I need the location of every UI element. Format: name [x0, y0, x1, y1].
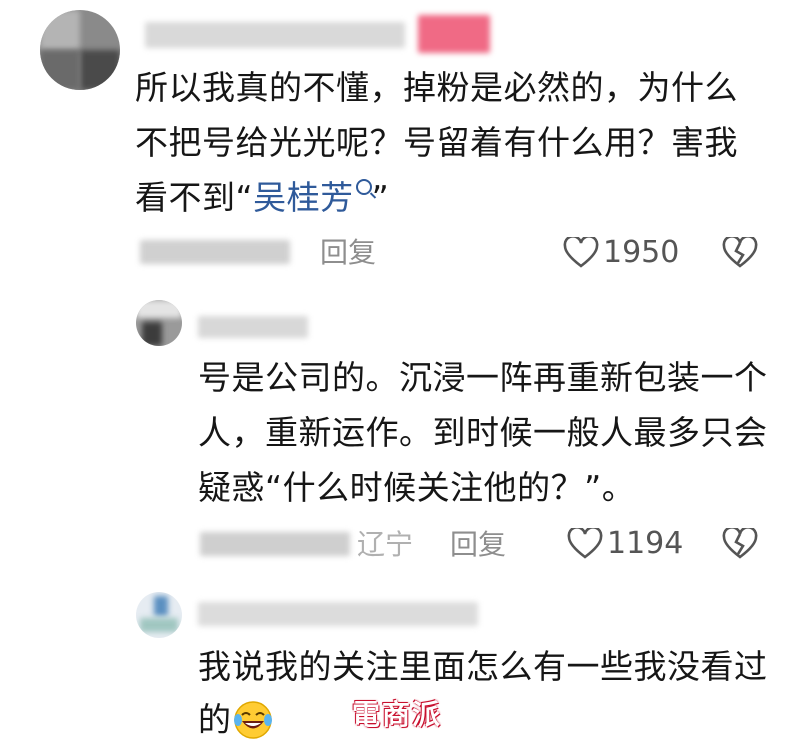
like-count: 1194: [607, 526, 684, 561]
timestamp: [200, 532, 350, 556]
username[interactable]: [198, 316, 308, 338]
username[interactable]: [145, 22, 405, 48]
broken-heart-icon[interactable]: [722, 528, 758, 560]
reply-button[interactable]: 回复: [450, 528, 506, 562]
like-count: 1950: [603, 235, 680, 270]
comment-text-line: 的: [198, 700, 232, 740]
comment-text-line: 不把号给光光呢？号留着有什么用？害我: [135, 123, 738, 162]
comment-text-line: 所以我真的不懂，掉粉是必然的，为什么: [135, 68, 738, 107]
comment-text-line: 看不到“吴桂芳”: [135, 178, 389, 218]
timestamp: [140, 240, 290, 264]
location: 辽宁: [357, 528, 414, 561]
comment-text-line: 疑惑“什么时候关注他的？”。: [198, 468, 636, 507]
laughing-crying-emoji-icon: [233, 700, 273, 740]
reply-button[interactable]: 回复: [320, 236, 376, 270]
broken-heart-icon[interactable]: [722, 237, 758, 269]
avatar[interactable]: [136, 300, 182, 346]
heart-outline-icon[interactable]: [563, 237, 599, 269]
comment-text-fragment: 看不到“: [135, 178, 254, 217]
search-icon[interactable]: [355, 179, 372, 195]
comment-text-line: 我说我的关注里面怎么有一些我没看过: [198, 647, 768, 686]
watermark-logo: 電商派: [352, 698, 443, 731]
username[interactable]: [198, 602, 478, 626]
avatar[interactable]: [40, 10, 120, 90]
search-link[interactable]: 吴桂芳: [253, 178, 354, 217]
heart-outline-icon[interactable]: [567, 528, 603, 560]
comment-text-line: 人，重新运作。到时候一般人最多只会: [198, 413, 768, 452]
comment-text-fragment: 的: [198, 700, 232, 739]
username-badge: [418, 15, 490, 53]
comment-text-line: 号是公司的。沉浸一阵再重新包装一个: [198, 358, 768, 397]
avatar[interactable]: [136, 592, 182, 638]
